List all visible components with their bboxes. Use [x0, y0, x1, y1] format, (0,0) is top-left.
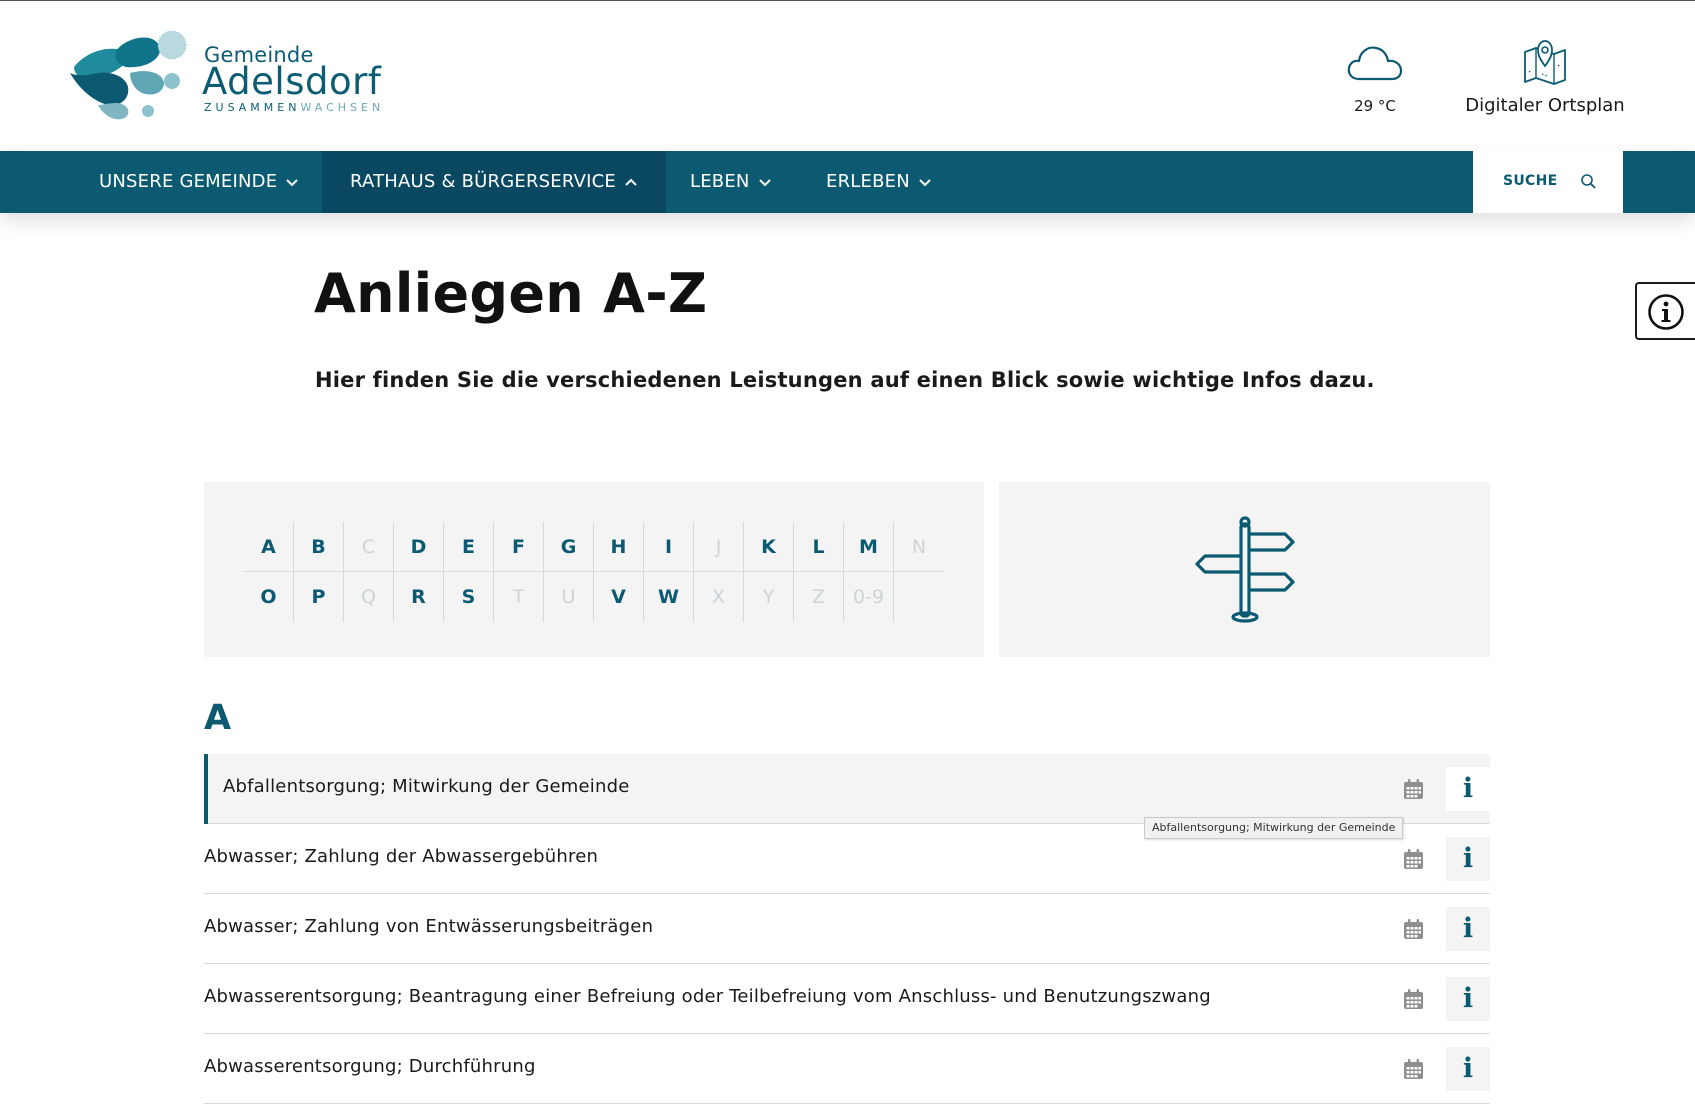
nav-item-label: ERLEBEN [826, 171, 910, 192]
nav-item-leben[interactable]: LEBEN [662, 151, 800, 213]
calendar-button[interactable] [1391, 907, 1435, 951]
calendar-icon [1404, 849, 1423, 869]
service-info-button[interactable]: i [1446, 977, 1490, 1021]
calendar-icon [1404, 989, 1423, 1009]
alphabet-letter-g[interactable]: G [544, 522, 594, 572]
service-info-button[interactable]: i [1446, 907, 1490, 951]
weather-temperature: 29 °C [1354, 97, 1396, 115]
alphabet-letter-k[interactable]: K [744, 522, 794, 572]
alphabet-letter-p[interactable]: P [294, 572, 344, 622]
page-subtitle: Hier finden Sie die verschiedenen Leistu… [315, 368, 1375, 392]
service-row: Abwasserentsorgung; Beantragung einer Be… [204, 964, 1490, 1034]
service-title-link[interactable]: Abfallentsorgung; Mitwirkung der Gemeind… [223, 776, 630, 797]
alphabet-letter-m[interactable]: M [844, 522, 894, 572]
alphabet-letter-q: Q [344, 572, 394, 622]
alphabet-filter: ABCDEFGHIJKLMN O P Q R S T U V W X Y Z 0-9 [204, 482, 984, 657]
digital-map-link[interactable]: Digitaler Ortsplan [1460, 36, 1630, 116]
alphabet-letter-w[interactable]: W [644, 572, 694, 622]
logo-tagline-b: WACHSEN [300, 101, 385, 114]
site-logo[interactable]: Gemeinde Adelsdorf ZUSAMMENWACHSEN [68, 29, 398, 125]
chevron-down-icon [758, 179, 771, 187]
signpost-panel [999, 482, 1490, 657]
alphabet-grid: ABCDEFGHIJKLMN O P Q R S T U V W X Y Z 0-9 [244, 522, 944, 622]
alphabet-letter-e[interactable]: E [444, 522, 494, 572]
chevron-down-icon [286, 179, 298, 187]
service-row: Abwasser; Zahlung von Entwässerungsbeitr… [204, 894, 1490, 964]
accessibility-info-button[interactable] [1635, 282, 1695, 340]
service-info-button[interactable]: i [1446, 767, 1490, 811]
alphabet-row: ABCDEFGHIJKLMN [244, 522, 944, 572]
calendar-icon [1404, 779, 1423, 799]
service-title-link[interactable]: Abwasser; Zahlung von Entwässerungsbeitr… [204, 916, 653, 937]
section-letter: A [204, 698, 232, 738]
service-row: Abwasserentsorgung; Durchführung i [204, 1034, 1490, 1104]
chevron-up-icon [625, 178, 637, 186]
hover-tooltip: Abfallentsorgung; Mitwirkung der Gemeind… [1144, 817, 1404, 839]
alphabet-letter-r[interactable]: R [394, 572, 444, 622]
site-header: Gemeinde Adelsdorf ZUSAMMENWACHSEN 29 °C… [0, 1, 1695, 151]
service-title-link[interactable]: Abwasser; Zahlung der Abwassergebühren [204, 846, 598, 867]
logo-tagline-a: ZUSAMMEN [204, 101, 301, 114]
service-title-link[interactable]: Abwasserentsorgung; Durchführung [204, 1056, 536, 1077]
nav-item-unsere-gemeinde[interactable]: UNSERE GEMEINDE [71, 151, 327, 213]
nav-item-erleben[interactable]: ERLEBEN [798, 151, 960, 213]
alphabet-letter-v[interactable]: V [594, 572, 644, 622]
alphabet-letter-o[interactable]: O [244, 572, 294, 622]
service-row: Abfallentsorgung; Mitwirkung der Gemeind… [204, 754, 1490, 824]
logo-tagline: ZUSAMMENWACHSEN [204, 101, 384, 114]
nav-item-rathaus-buergerservice[interactable]: RATHAUS & BÜRGERSERVICE [322, 151, 666, 213]
digital-map-label: Digitaler Ortsplan [1465, 95, 1625, 116]
logo-name-line2: Adelsdorf [202, 60, 382, 103]
info-circle-icon [1648, 294, 1684, 330]
alphabet-letter-h[interactable]: H [594, 522, 644, 572]
alphabet-letter-z: Z [794, 572, 844, 622]
alphabet-letter-c: C [344, 522, 394, 572]
calendar-icon [1404, 919, 1423, 939]
chevron-down-icon [919, 179, 931, 187]
alphabet-letter-u: U [544, 572, 594, 622]
search-icon [1581, 174, 1596, 189]
nav-item-label: LEBEN [690, 171, 750, 192]
service-list: Abfallentsorgung; Mitwirkung der Gemeind… [204, 754, 1490, 1104]
signpost-icon [1195, 516, 1295, 623]
nav-item-label: UNSERE GEMEINDE [99, 171, 278, 192]
weather-widget: 29 °C [1335, 41, 1415, 115]
calendar-icon [1404, 1059, 1423, 1079]
calendar-button[interactable] [1391, 977, 1435, 1021]
alphabet-letter-a[interactable]: A [244, 522, 294, 572]
alphabet-letter-f[interactable]: F [494, 522, 544, 572]
service-info-button[interactable]: i [1446, 837, 1490, 881]
alphabet-letter-s[interactable]: S [444, 572, 494, 622]
alphabet-letter-d[interactable]: D [394, 522, 444, 572]
calendar-button[interactable] [1391, 767, 1435, 811]
alphabet-letter-l[interactable]: L [794, 522, 844, 572]
alphabet-letter-j: J [694, 522, 744, 572]
service-title-link[interactable]: Abwasserentsorgung; Beantragung einer Be… [204, 986, 1211, 1007]
main-navigation: UNSERE GEMEINDE RATHAUS & BÜRGERSERVICE … [0, 151, 1695, 213]
search-button[interactable]: SUCHE [1473, 151, 1623, 213]
alphabet-letter-n: N [911, 536, 927, 558]
alphabet-letter-t: T [494, 572, 544, 622]
alphabet-letter-b[interactable]: B [294, 522, 344, 572]
nav-item-label: RATHAUS & BÜRGERSERVICE [350, 171, 616, 192]
alphabet-letter-i[interactable]: I [644, 522, 694, 572]
map-pin-icon [1524, 40, 1566, 85]
service-info-button[interactable]: i [1446, 1047, 1490, 1091]
alphabet-letter-0-9: 0-9 [844, 572, 894, 622]
alphabet-row: O P Q R S T U V W X Y Z 0-9 [244, 572, 944, 622]
page-title: Anliegen A-Z [314, 262, 708, 325]
calendar-button[interactable] [1391, 837, 1435, 881]
alphabet-letter-y: Y [744, 572, 794, 622]
alphabet-empty-cell [894, 572, 944, 622]
search-label: SUCHE [1503, 173, 1558, 189]
cloud-icon [1347, 46, 1403, 81]
logo-drops-icon [70, 30, 187, 120]
calendar-button[interactable] [1391, 1047, 1435, 1091]
alphabet-letter-x: X [694, 572, 744, 622]
